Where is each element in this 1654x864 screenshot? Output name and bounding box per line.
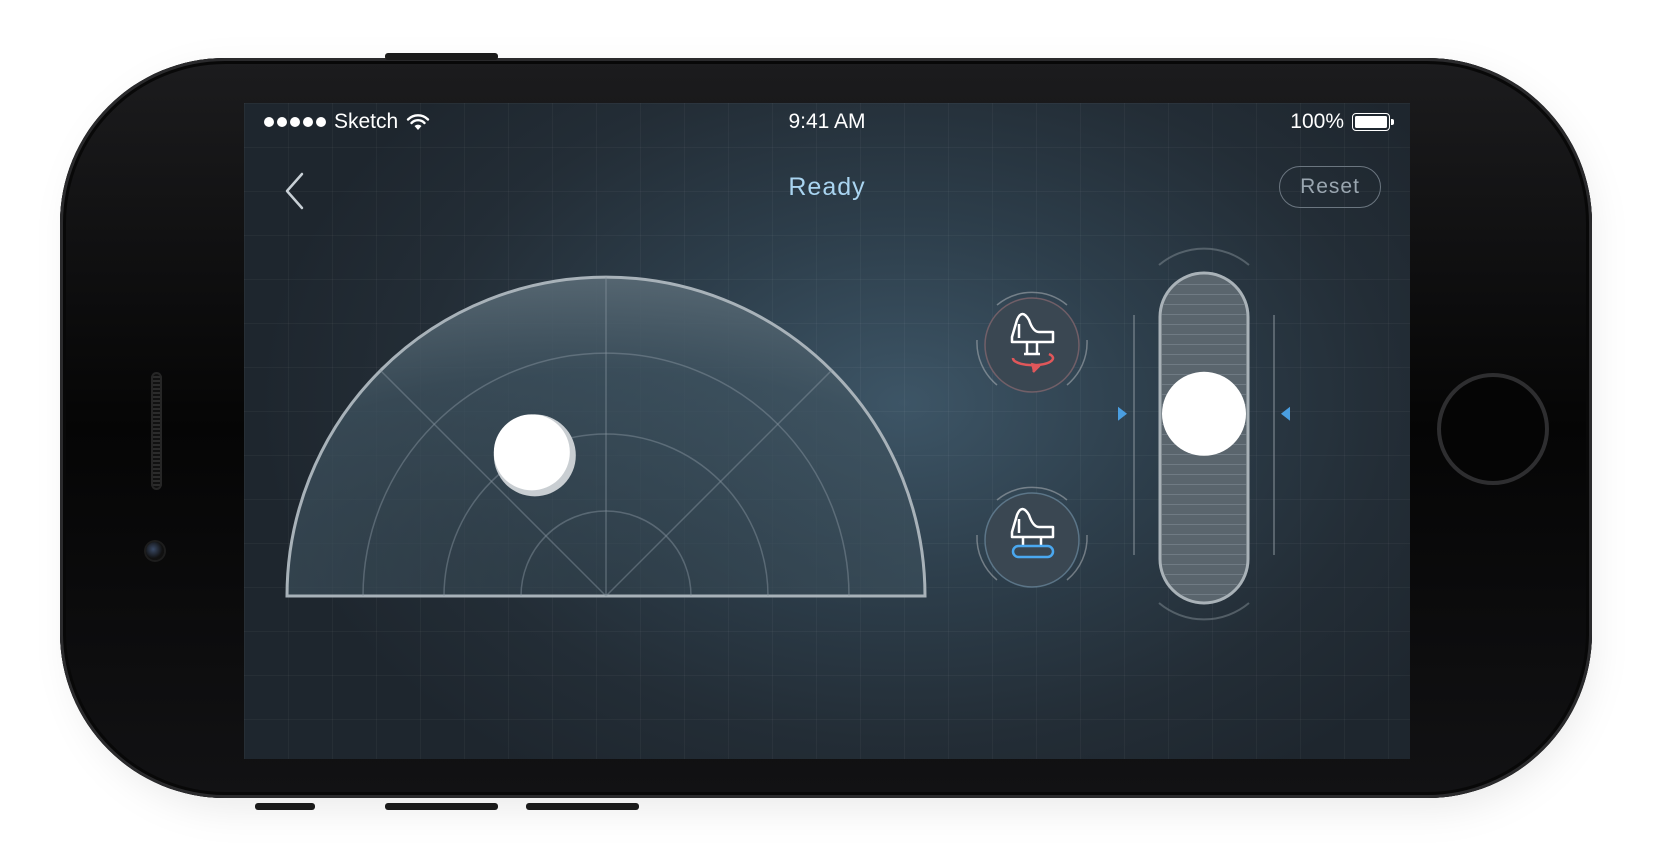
side-button <box>385 803 498 810</box>
front-camera <box>146 542 164 560</box>
volume-button <box>385 53 498 60</box>
slider-thumb[interactable] <box>1162 371 1246 456</box>
rotate-button[interactable] <box>967 280 1097 410</box>
side-button <box>526 803 639 810</box>
slider-marker-right <box>1281 406 1290 421</box>
lift-button[interactable] <box>967 475 1097 605</box>
app-screen: Sketch 9:41 AM 100% Ready Reset <box>244 103 1410 759</box>
vertical-slider[interactable] <box>1104 235 1304 635</box>
slider-marker-left <box>1118 406 1127 421</box>
side-button <box>255 803 315 810</box>
joystick-knob[interactable] <box>493 414 570 491</box>
home-button[interactable] <box>1437 373 1549 485</box>
speaker-grille <box>151 372 162 490</box>
